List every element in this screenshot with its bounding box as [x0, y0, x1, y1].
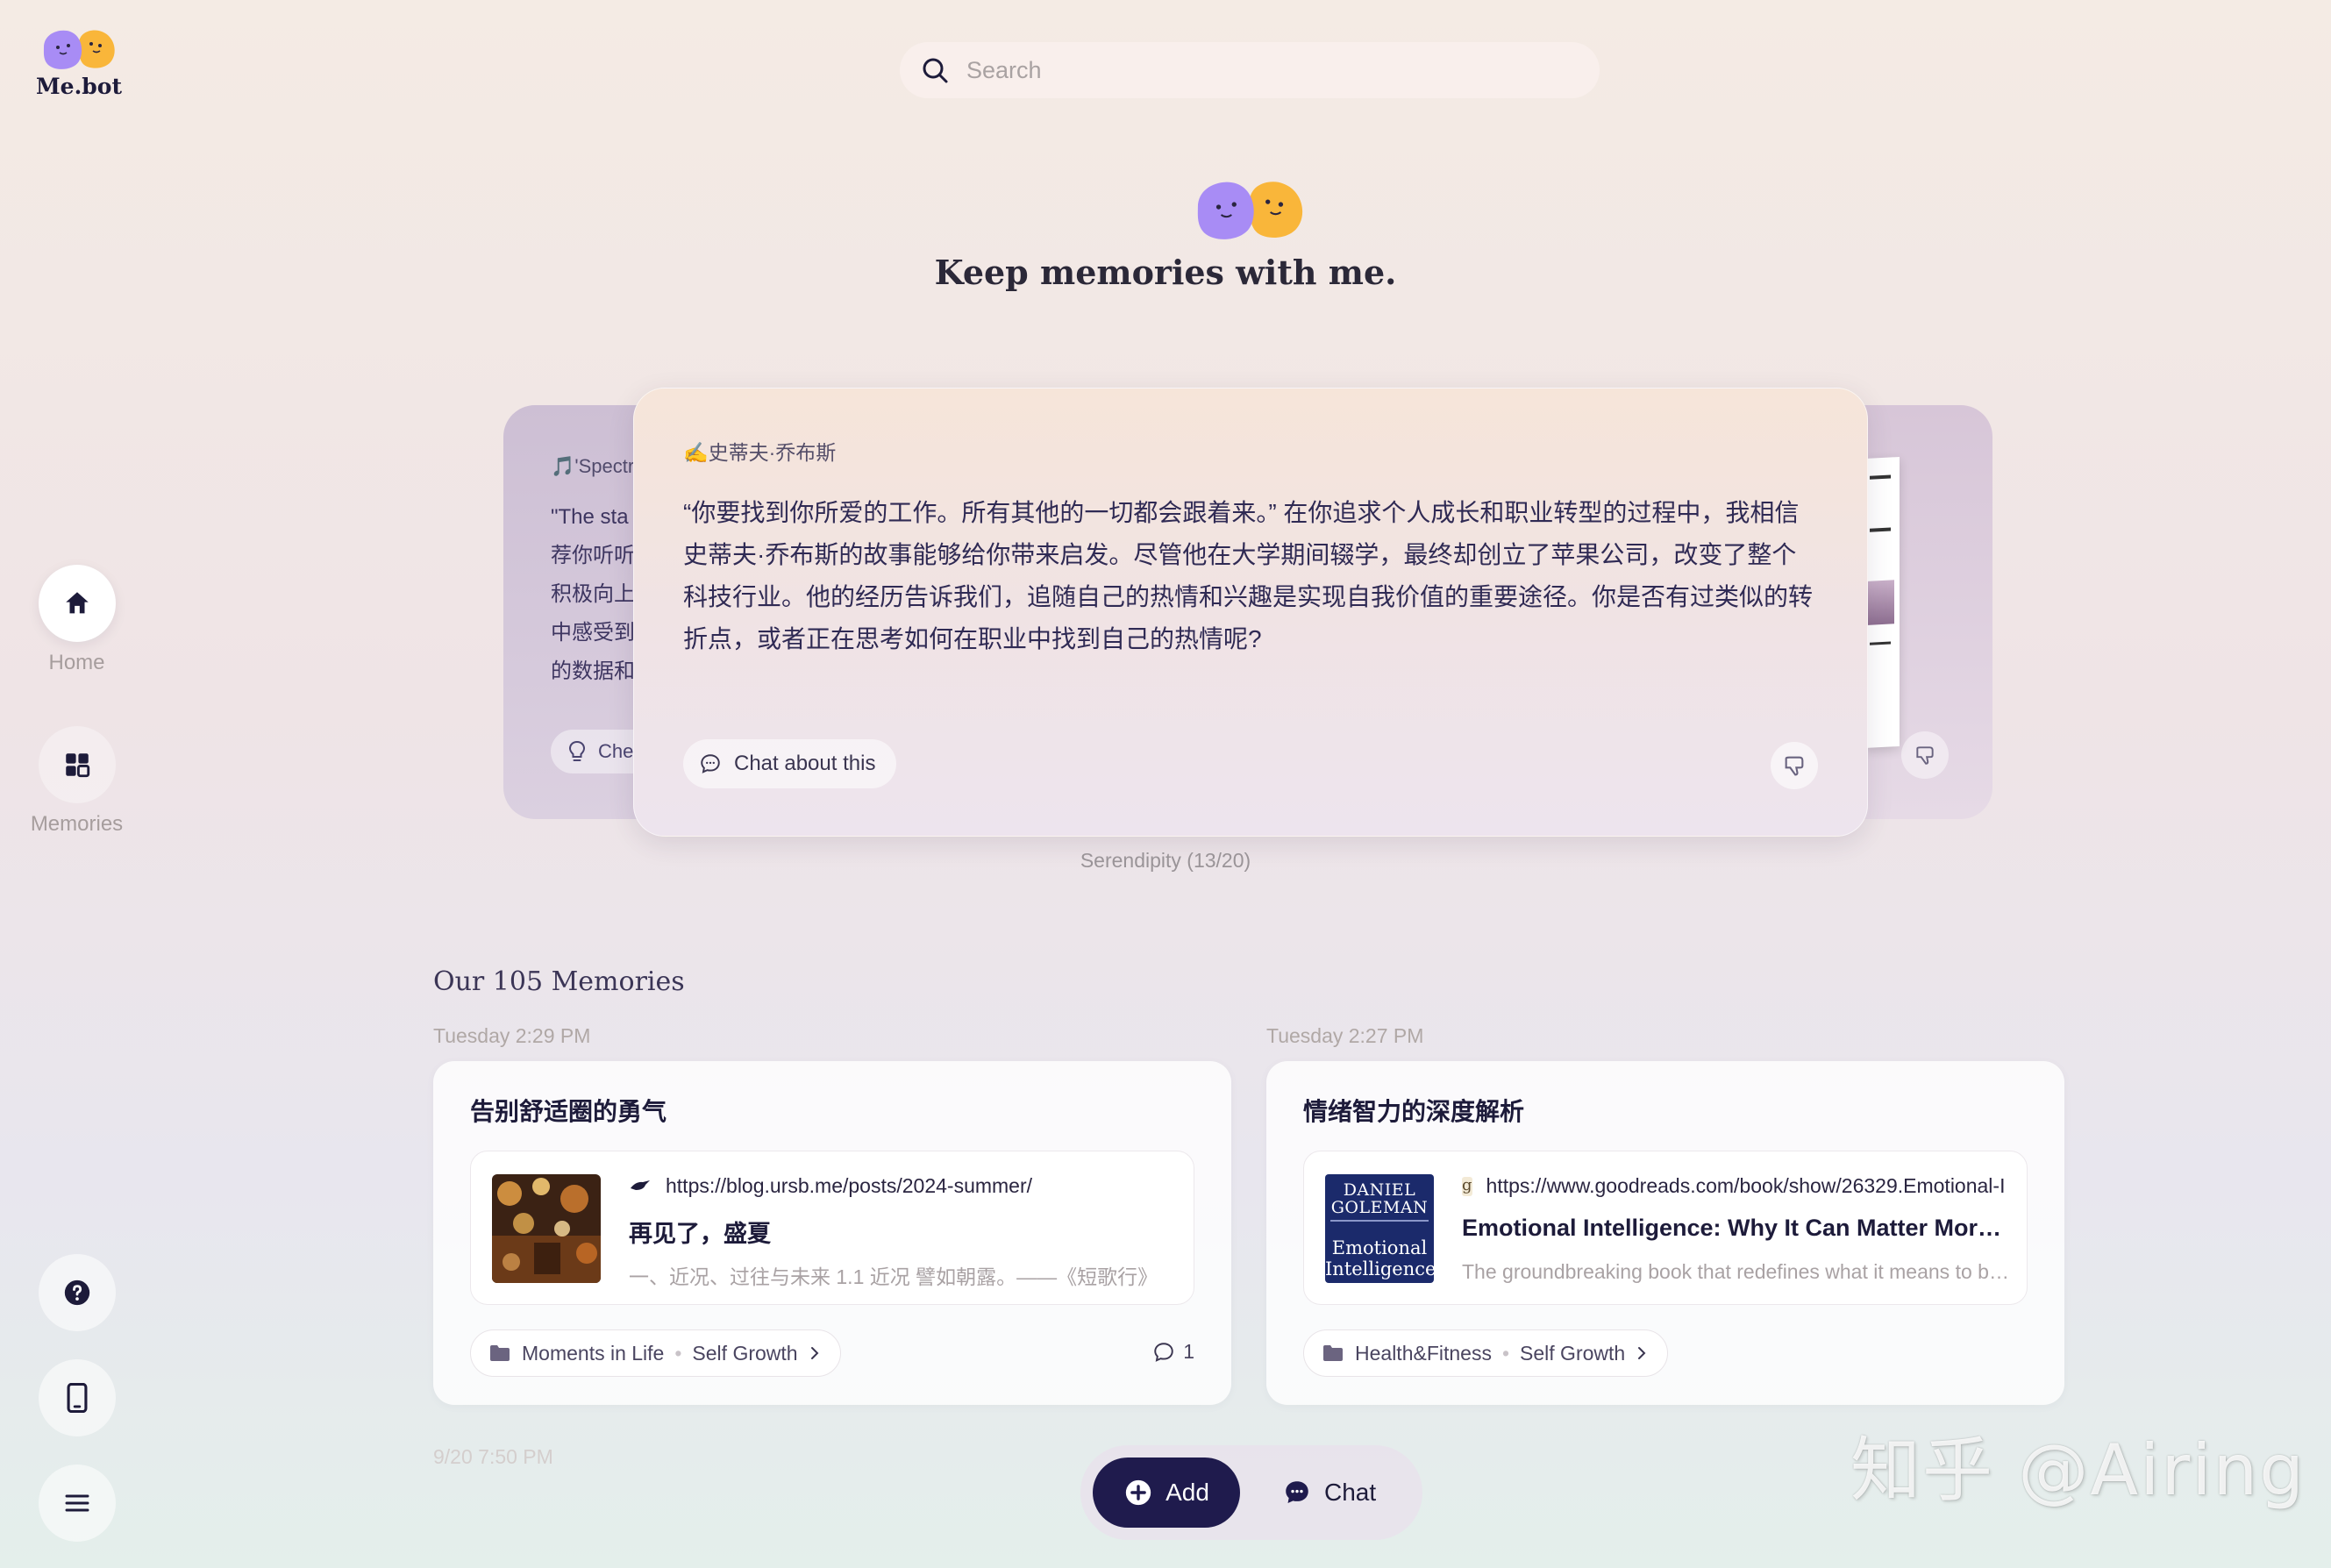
plus-circle-icon — [1125, 1479, 1151, 1506]
tag-label: Self Growth — [1520, 1341, 1626, 1365]
nav-memories-button[interactable] — [38, 726, 116, 803]
book-cover-title: Intelligence — [1325, 1258, 1434, 1279]
add-button[interactable]: Add — [1093, 1458, 1240, 1528]
tag-separator: • — [1501, 1341, 1510, 1365]
next-card-dislike-button[interactable] — [1901, 731, 1949, 779]
folder-icon — [490, 1345, 510, 1361]
memory-title: 情绪智力的深度解析 — [1303, 1098, 1525, 1125]
tag-label: Self Growth — [692, 1341, 798, 1365]
chat-bubble-icon — [1286, 1481, 1308, 1504]
comment-count[interactable]: 1 — [1151, 1340, 1194, 1364]
memory-card[interactable]: 告别舒适圈的勇气 https://blog.ursb.me/posts/2024… — [433, 1061, 1231, 1405]
prev-card-chip-label: Che — [598, 740, 634, 762]
tag-separator: • — [674, 1341, 682, 1365]
memory-link-preview[interactable]: DANIEL GOLEMAN Emotional Intelligence g … — [1303, 1151, 2028, 1305]
mascot-icon — [1197, 182, 1303, 239]
phone-icon — [67, 1383, 88, 1413]
chat-about-this-label: Chat about this — [734, 752, 876, 775]
serendipity-counter: Serendipity (13/20) — [1080, 849, 1251, 872]
tag-label: Health&Fitness — [1355, 1341, 1492, 1365]
chevron-right-icon — [1638, 1347, 1646, 1359]
memory-tags[interactable]: Health&Fitness • Self Growth — [1303, 1329, 1669, 1377]
link-url-text: https://blog.ursb.me/posts/2024-summer/ — [666, 1174, 1033, 1197]
chat-about-this-button[interactable]: Chat about this — [683, 739, 897, 788]
search-bar[interactable] — [900, 42, 1600, 98]
book-cover-author: DANIEL GOLEMAN — [1330, 1180, 1429, 1217]
thumbs-down-icon — [1916, 746, 1934, 765]
memory-card[interactable]: 情绪智力的深度解析 DANIEL GOLEMAN Emotional Intel… — [1266, 1061, 2064, 1405]
watermark: 知乎 @Airing — [1850, 1429, 2306, 1511]
brand-logo[interactable]: Me.bot — [35, 26, 123, 99]
brand-name: Me.bot — [36, 74, 122, 99]
serendipity-card[interactable]: ✍️史蒂夫·乔布斯 “你要找到你所爱的工作。所有其他的一切都会跟着来。” 在你追… — [633, 388, 1868, 837]
comment-count-value: 1 — [1183, 1340, 1194, 1363]
card-body: “你要找到你所爱的工作。所有其他的一切都会跟着来。” 在你追求个人成长和职业转型… — [683, 499, 1814, 652]
home-icon — [65, 592, 89, 614]
memories-section-title: Our 105 Memories — [433, 966, 685, 997]
book-cover-thumbnail — [1864, 456, 1900, 749]
chat-button[interactable]: Chat — [1282, 1478, 1376, 1507]
grid-icon — [65, 753, 89, 778]
thumbs-down-icon — [1785, 756, 1804, 776]
mebot-logo-icon — [43, 30, 115, 69]
memory-timestamp: 9/20 7:50 PM — [433, 1445, 553, 1468]
nav-memories[interactable]: Memories — [18, 726, 136, 837]
link-url[interactable]: g https://www.goodreads.com/book/show/26… — [1462, 1174, 2006, 1198]
search-input[interactable] — [966, 56, 1563, 84]
nav-home[interactable]: Home — [18, 565, 136, 675]
link-thumbnail — [492, 1174, 601, 1283]
memory-tags[interactable]: Moments in Life • Self Growth — [470, 1329, 841, 1377]
link-description: 一、近况、过往与未来 1.1 近况 譬如朝露。——《短歌行》 — [629, 1265, 1158, 1288]
link-url-text: https://www.goodreads.com/book/show/2632… — [1486, 1174, 2006, 1197]
book-cover-title: Emotional — [1331, 1237, 1428, 1258]
mobile-app-button[interactable] — [39, 1359, 116, 1436]
help-button[interactable] — [39, 1254, 116, 1331]
memory-timestamp: Tuesday 2:29 PM — [433, 1024, 591, 1047]
goodreads-favicon-icon: g — [1462, 1175, 1472, 1196]
bird-favicon-icon — [631, 1180, 650, 1190]
hero-mascot — [1193, 175, 1307, 248]
lightbulb-icon — [568, 740, 586, 761]
link-url[interactable]: https://blog.ursb.me/posts/2024-summer/ — [629, 1174, 1173, 1198]
chevron-right-icon — [810, 1347, 818, 1359]
tag-label: Moments in Life — [522, 1341, 665, 1365]
memory-link-preview[interactable]: https://blog.ursb.me/posts/2024-summer/ … — [470, 1151, 1194, 1305]
card-dislike-button[interactable] — [1771, 742, 1818, 789]
memory-title: 告别舒适圈的勇气 — [470, 1098, 667, 1125]
action-bar: Add Chat — [1080, 1445, 1422, 1540]
card-author: ✍️史蒂夫·乔布斯 — [683, 441, 837, 464]
chat-bubble-icon — [701, 754, 720, 773]
comment-icon — [1154, 1342, 1173, 1362]
link-headline: Emotional Intelligence: Why It Can Matte… — [1462, 1215, 2014, 1241]
memory-timestamp: Tuesday 2:27 PM — [1266, 1024, 1424, 1047]
nav-home-label: Home — [48, 651, 105, 674]
link-description: The groundbreaking book that redefines w… — [1462, 1260, 2014, 1283]
help-icon — [64, 1279, 90, 1306]
folder-icon — [1323, 1345, 1343, 1361]
nav-memories-label: Memories — [30, 812, 124, 836]
bokeh-photo-icon — [492, 1174, 601, 1283]
book-cover-rule — [1330, 1220, 1429, 1222]
link-headline: 再见了，盛夏 — [629, 1221, 771, 1247]
hero-title: Keep memories with me. — [934, 253, 1397, 292]
search-icon — [923, 58, 948, 83]
book-cover-thumbnail: DANIEL GOLEMAN Emotional Intelligence — [1325, 1174, 1434, 1283]
add-button-label: Add — [1166, 1479, 1209, 1506]
menu-button[interactable] — [39, 1465, 116, 1542]
menu-icon — [65, 1494, 89, 1512]
nav-home-button[interactable] — [38, 565, 116, 642]
chat-button-label: Chat — [1324, 1479, 1377, 1506]
